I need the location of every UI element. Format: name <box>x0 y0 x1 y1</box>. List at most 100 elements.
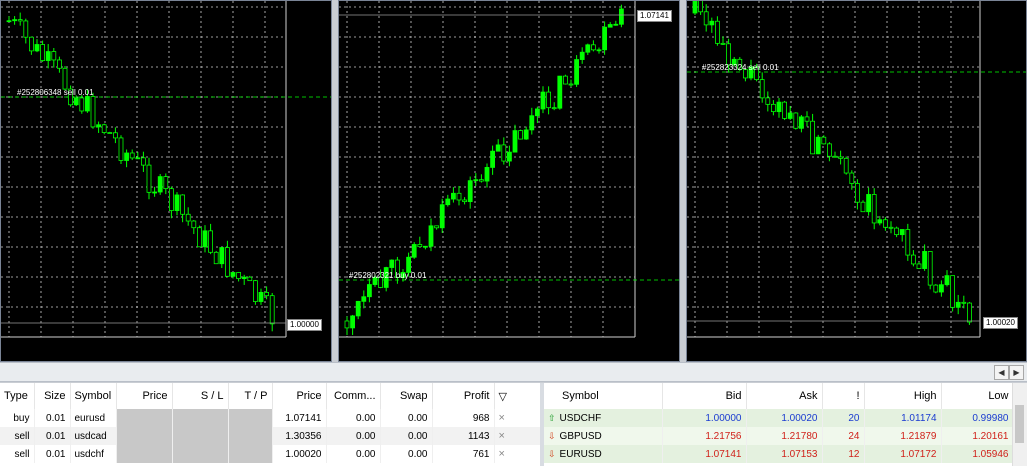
scroll-left-button[interactable]: ◀ <box>994 365 1009 380</box>
col-take-profit[interactable]: T / P <box>228 383 273 409</box>
scroll-right-button[interactable]: ▶ <box>1009 365 1024 380</box>
candle-body <box>799 116 804 129</box>
trade-symbol: eurusd <box>70 409 117 427</box>
close-position-icon[interactable]: × <box>499 430 505 442</box>
arrow-down-icon: ⇩ <box>548 448 556 459</box>
candle-body <box>899 229 905 236</box>
sort-icon[interactable]: ▽ <box>499 391 507 403</box>
market-watch-row[interactable]: ⇩ GBPUSD 1.21756 1.21780 24 1.21879 1.20161 <box>544 427 1014 445</box>
mw-bid: 1.07141 <box>662 445 747 463</box>
candle-body <box>417 244 423 248</box>
trade-row[interactable]: buy 0.01 eurusd 1.07141 0.00 0.00 968 × <box>0 409 540 427</box>
candle-body <box>518 130 524 140</box>
col-size[interactable]: Size <box>34 383 71 409</box>
candle-body <box>703 11 709 26</box>
candle-body <box>523 129 529 140</box>
mw-col-ask[interactable]: Ask <box>746 383 823 409</box>
mw-col-spread[interactable]: ! <box>822 383 865 409</box>
candle-body <box>90 96 96 128</box>
candle-body <box>180 194 186 215</box>
candle-body <box>815 136 821 155</box>
candle-body <box>568 83 574 86</box>
candle-body <box>776 101 782 113</box>
trade-profit: 1143 <box>432 427 495 445</box>
candle-body <box>871 194 877 224</box>
col-open-price[interactable]: Price <box>116 383 173 409</box>
col-commission[interactable]: Comm... <box>326 383 381 409</box>
mw-spread: 20 <box>822 409 865 427</box>
candle-body <box>213 251 219 265</box>
candle-body <box>888 226 894 229</box>
candle-body <box>512 130 518 153</box>
candle-body <box>782 101 787 119</box>
mw-col-high[interactable]: High <box>864 383 942 409</box>
candle-body <box>501 144 507 162</box>
candle-body <box>910 254 916 265</box>
candle-body <box>933 284 939 293</box>
col-symbol[interactable]: Symbol <box>70 383 117 409</box>
current-price-label: 1.00000 <box>287 319 322 331</box>
candle-body <box>579 51 585 60</box>
trade-row[interactable]: sell 0.01 usdchf 1.00020 0.00 0.00 761 × <box>0 445 540 463</box>
trade-symbol: usdchf <box>70 445 117 463</box>
mw-header-row: Symbol Bid Ask ! High Low <box>544 383 1014 409</box>
trade-take-profit <box>228 427 273 445</box>
candle-body <box>344 320 350 329</box>
candle-body <box>866 194 872 213</box>
mw-col-low[interactable]: Low <box>941 383 1014 409</box>
candle-body <box>793 112 799 129</box>
candle-body <box>12 19 18 22</box>
candle-body <box>551 107 557 110</box>
candle-body <box>73 97 79 106</box>
candle-body <box>826 143 832 157</box>
close-position-icon[interactable]: × <box>499 448 505 460</box>
candle-body <box>51 51 57 61</box>
candle-body <box>252 280 258 302</box>
candle-body <box>574 59 580 85</box>
candle-body <box>428 225 434 247</box>
candle-body <box>389 259 395 268</box>
candle-body <box>585 44 591 53</box>
chart-scroll-strip: ◀ ▶ <box>0 362 1027 382</box>
candle-body <box>557 75 563 109</box>
candle-body <box>938 284 944 293</box>
col-profit[interactable]: Profit <box>432 383 495 409</box>
mw-scroll-thumb[interactable] <box>1015 405 1024 443</box>
market-watch-panel: Symbol Bid Ask ! High Low ⇧ USDCHF 1.00000… <box>544 383 1027 466</box>
chart-window-1[interactable]: #252806348 sell 0.01 1.00000 <box>0 0 332 362</box>
col-swap[interactable]: Swap <box>380 383 433 409</box>
trade-open-price <box>116 427 173 445</box>
candle-body <box>860 201 866 213</box>
col-sort[interactable]: ▽ <box>494 383 540 409</box>
candle-body <box>495 144 501 152</box>
close-position-icon[interactable]: × <box>499 412 505 424</box>
candle-body <box>607 24 613 28</box>
candle-body <box>157 176 163 193</box>
trade-current-price: 1.00020 <box>272 445 327 463</box>
col-stop-loss[interactable]: S / L <box>172 383 229 409</box>
candle-body <box>916 263 922 269</box>
trade-close-cell: × <box>494 427 540 445</box>
trade-profit: 761 <box>432 445 495 463</box>
mw-vertical-scrollbar[interactable] <box>1012 383 1027 466</box>
mw-low: 1.05946 <box>941 445 1014 463</box>
col-current-price[interactable]: Price <box>272 383 327 409</box>
mw-symbol: ⇩ GBPUSD <box>544 427 663 445</box>
market-watch-row[interactable]: ⇧ USDCHF 1.00000 1.00020 20 1.01174 0.99980 <box>544 409 1014 427</box>
candle-body <box>877 219 883 224</box>
mw-col-bid[interactable]: Bid <box>662 383 747 409</box>
chart-window-2[interactable]: #252802321 buy 0.01 1.07141 <box>338 0 680 362</box>
trade-current-price: 1.30356 <box>272 427 327 445</box>
mw-col-symbol[interactable]: Symbol <box>544 383 663 409</box>
candle-body <box>484 167 490 182</box>
trade-type: buy <box>0 409 35 427</box>
mw-high: 1.07172 <box>864 445 942 463</box>
chart-window-3[interactable]: #252823324 sell 0.01 1.00020 <box>686 0 1027 362</box>
candle-body <box>423 245 428 248</box>
col-type[interactable]: Type <box>0 383 35 409</box>
market-watch-row[interactable]: ⇩ EURUSD 1.07141 1.07153 12 1.07172 1.05946 <box>544 445 1014 463</box>
candle-body <box>771 103 776 113</box>
mw-bid: 1.00000 <box>662 409 747 427</box>
trade-row[interactable]: sell 0.01 usdcad 1.30356 0.00 0.00 1143 × <box>0 427 540 445</box>
candle-body <box>62 67 68 90</box>
